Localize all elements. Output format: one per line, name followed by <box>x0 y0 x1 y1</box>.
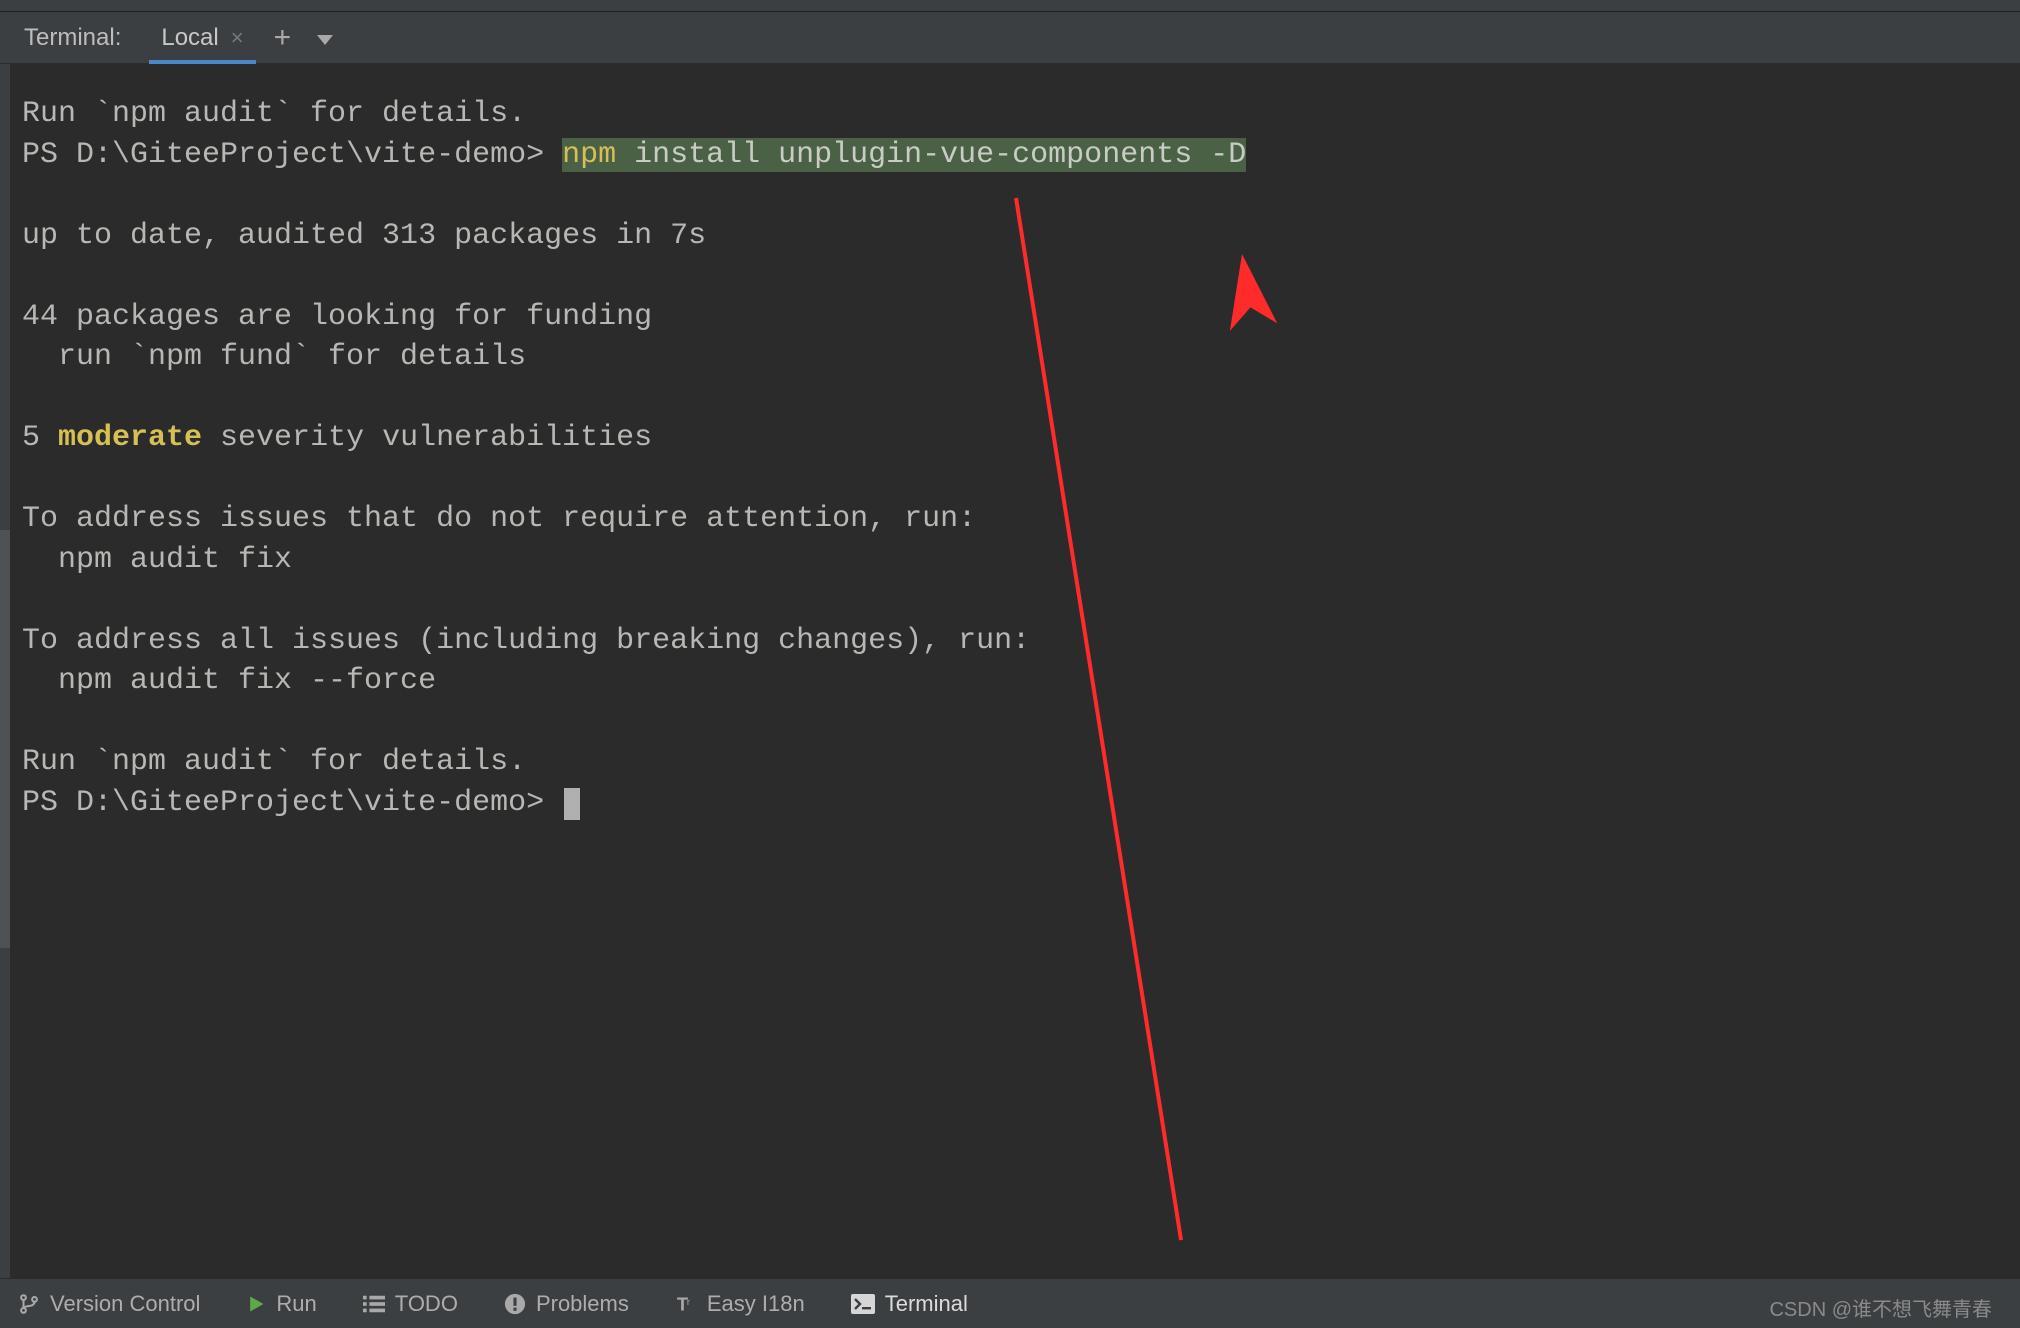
tool-label: Problems <box>536 1291 629 1317</box>
terminal-line: To address issues that do not require at… <box>22 502 976 536</box>
terminal-prompt: PS D:\GiteeProject\vite-demo> <box>22 786 562 820</box>
terminal-title: Terminal: <box>24 24 121 52</box>
left-gutter-active-stripe <box>0 530 10 948</box>
terminal-cmd-flag: -D <box>1210 138 1246 172</box>
terminal-tab-actions: + <box>274 23 334 53</box>
terminal-line-prefix: 5 <box>22 421 58 455</box>
watermark: CSDN @谁不想飞舞青春 <box>1769 1293 1992 1322</box>
terminal-cursor <box>564 788 580 820</box>
terminal-tab-local[interactable]: Local × <box>149 12 255 63</box>
tool-label: Version Control <box>50 1291 200 1317</box>
chevron-down-icon[interactable] <box>317 35 333 45</box>
terminal-cmd-npm: npm <box>562 138 616 172</box>
terminal-line: up to date, audited 313 packages in 7s <box>22 219 706 253</box>
terminal-output[interactable]: Run `npm audit` for details. PS D:\Gitee… <box>10 64 2020 1278</box>
tool-problems[interactable]: Problems <box>504 1291 629 1317</box>
svg-text:r: r <box>687 1296 690 1306</box>
terminal-line: npm audit fix <box>22 543 292 577</box>
tool-label: Terminal <box>885 1291 968 1317</box>
terminal-line: npm audit fix --force <box>22 664 436 698</box>
window-top-strip <box>0 0 2020 12</box>
plus-icon[interactable]: + <box>274 23 292 53</box>
translate-icon: T r <box>675 1293 697 1315</box>
terminal-keyword-moderate: moderate <box>58 421 202 455</box>
terminal-icon <box>851 1294 875 1314</box>
warning-icon <box>504 1293 526 1315</box>
close-icon[interactable]: × <box>231 25 244 51</box>
tool-label: Run <box>276 1291 316 1317</box>
tool-run[interactable]: Run <box>246 1291 316 1317</box>
tool-label: Easy I18n <box>707 1291 805 1317</box>
list-icon <box>363 1294 385 1314</box>
terminal-tabs: Local × <box>149 12 255 63</box>
tool-easy-i18n[interactable]: T r Easy I18n <box>675 1291 805 1317</box>
terminal-cmd-rest: install unplugin-vue-components <box>616 138 1210 172</box>
tool-terminal[interactable]: Terminal <box>851 1291 968 1317</box>
tool-version-control[interactable]: Version Control <box>18 1291 200 1317</box>
terminal-line: Run `npm audit` for details. <box>22 97 526 131</box>
terminal-tab-label: Local <box>161 24 218 52</box>
terminal-line-suffix: severity vulnerabilities <box>202 421 652 455</box>
bottom-tool-bar: Version Control Run TODO Problems <box>0 1278 2020 1328</box>
terminal-line: 44 packages are looking for funding <box>22 300 652 334</box>
terminal-line: run `npm fund` for details <box>22 340 526 374</box>
tool-label: TODO <box>395 1291 458 1317</box>
branch-icon <box>18 1293 40 1315</box>
terminal-toolwindow-header: Terminal: Local × + <box>0 12 2020 64</box>
play-icon <box>246 1294 266 1314</box>
terminal-line: Run `npm audit` for details. <box>22 745 526 779</box>
terminal-prompt: PS D:\GiteeProject\vite-demo> <box>22 138 562 172</box>
tool-todo[interactable]: TODO <box>363 1291 458 1317</box>
terminal-selection: npm install unplugin-vue-components -D <box>562 138 1246 172</box>
terminal-line: To address all issues (including breakin… <box>22 624 1030 658</box>
